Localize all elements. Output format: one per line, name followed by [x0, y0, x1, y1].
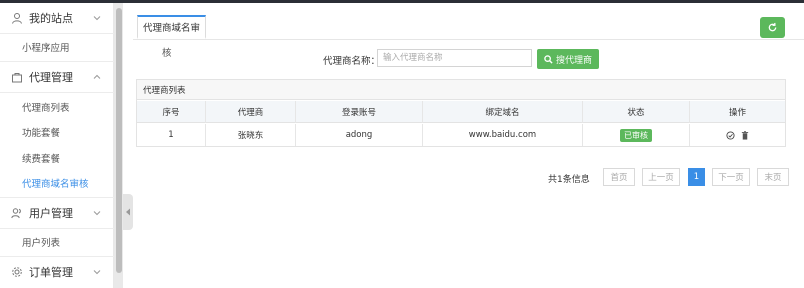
last-page-button[interactable]: 末页: [757, 168, 789, 186]
divider: [0, 92, 114, 93]
chevron-left-icon: [126, 208, 130, 216]
cell-index: 1: [137, 124, 206, 146]
table-header: 序号 代理商 登录账号 绑定域名 状态 操作: [137, 101, 785, 123]
column-header: 序号: [137, 101, 206, 123]
chevron-down-icon: [93, 211, 101, 216]
refresh-icon: [768, 22, 777, 32]
sidebar-group-my-site[interactable]: 我的站点: [0, 3, 114, 33]
tab-domain-review[interactable]: 代理商域名审: [137, 15, 207, 39]
sidebar: 我的站点 小程序应用 代理管理 代理商列表 功能套餐 续费套餐 代理商域名审核 …: [0, 3, 114, 288]
sidebar-item-renewal-package[interactable]: 续费套餐: [0, 145, 114, 171]
tab-label-overflow: 核: [162, 48, 172, 59]
total-count: 共1条信息: [548, 175, 590, 185]
search-button-label: 搜代理商: [555, 55, 592, 66]
sidebar-item-domain-review[interactable]: 代理商域名审核: [0, 170, 114, 196]
cell-actions: [690, 124, 785, 146]
sidebar-scrollbar-thumb[interactable]: [116, 8, 122, 273]
cell-domain: www.baidu.com: [423, 124, 583, 146]
sidebar-group-label: 用户管理: [29, 207, 73, 220]
delete-icon[interactable]: [741, 130, 749, 140]
sidebar-item-agent-list[interactable]: 代理商列表: [0, 94, 114, 120]
first-page-button[interactable]: 首页: [603, 168, 635, 186]
sidebar-item-miniprogram[interactable]: 小程序应用: [0, 34, 114, 60]
status-badge: 已审核: [620, 128, 652, 142]
sidebar-group-label: 订单管理: [29, 266, 73, 279]
users-icon: [11, 207, 23, 219]
next-page-button[interactable]: 下一页: [712, 168, 750, 186]
refresh-button[interactable]: [760, 17, 785, 38]
agent-name-label: 代理商名称：: [323, 56, 381, 67]
approve-icon[interactable]: [726, 130, 735, 140]
cell-account: adong: [296, 124, 423, 146]
chevron-down-icon: [93, 270, 101, 275]
pagination: 共1条信息 首页 上一页 1 下一页 末页: [133, 168, 804, 188]
chevron-down-icon: [93, 16, 101, 21]
column-header: 代理商: [206, 101, 296, 123]
main-content: 代理商域名审 核 代理商名称： 搜代理商 代理商列表 序号 代理商 登录账号 绑…: [133, 3, 804, 288]
app: 我的站点 小程序应用 代理管理 代理商列表 功能套餐 续费套餐 代理商域名审核 …: [0, 0, 804, 288]
sidebar-group-label: 我的站点: [29, 12, 73, 25]
gear-icon: [11, 266, 23, 278]
agent-list-panel: 代理商列表 序号 代理商 登录账号 绑定域名 状态 操作 1 张晓东 adong…: [136, 79, 786, 147]
collapse-sidebar-button[interactable]: [123, 194, 133, 230]
panel-title: 代理商列表: [137, 80, 785, 100]
column-header: 绑定域名: [423, 101, 583, 123]
user-icon: [11, 12, 23, 24]
sidebar-item-user-list[interactable]: 用户列表: [0, 229, 114, 255]
sidebar-group-users[interactable]: 用户管理: [0, 198, 114, 228]
sidebar-group-label: 代理管理: [29, 71, 73, 84]
column-header: 状态: [583, 101, 690, 123]
column-header: 操作: [728, 108, 746, 118]
search-agent-button[interactable]: 搜代理商: [537, 49, 599, 69]
prev-page-button[interactable]: 上一页: [642, 168, 680, 186]
column-header: 登录账号: [296, 101, 423, 123]
search-icon: [544, 54, 553, 64]
shopping-bag-icon: [11, 71, 23, 83]
cell-agent: 张晓东: [206, 124, 296, 146]
sidebar-item-feature-package[interactable]: 功能套餐: [0, 119, 114, 145]
sidebar-group-orders[interactable]: 订单管理: [0, 257, 114, 287]
sidebar-group-agent[interactable]: 代理管理: [0, 62, 114, 92]
cell-status: 已审核: [583, 124, 690, 146]
agent-name-input[interactable]: [377, 49, 532, 67]
tab-bar-divider: [133, 39, 804, 40]
chevron-up-icon: [93, 74, 101, 79]
page-number-button[interactable]: 1: [688, 168, 705, 186]
table-row: 1 张晓东 adong www.baidu.com 已审核: [137, 124, 785, 146]
